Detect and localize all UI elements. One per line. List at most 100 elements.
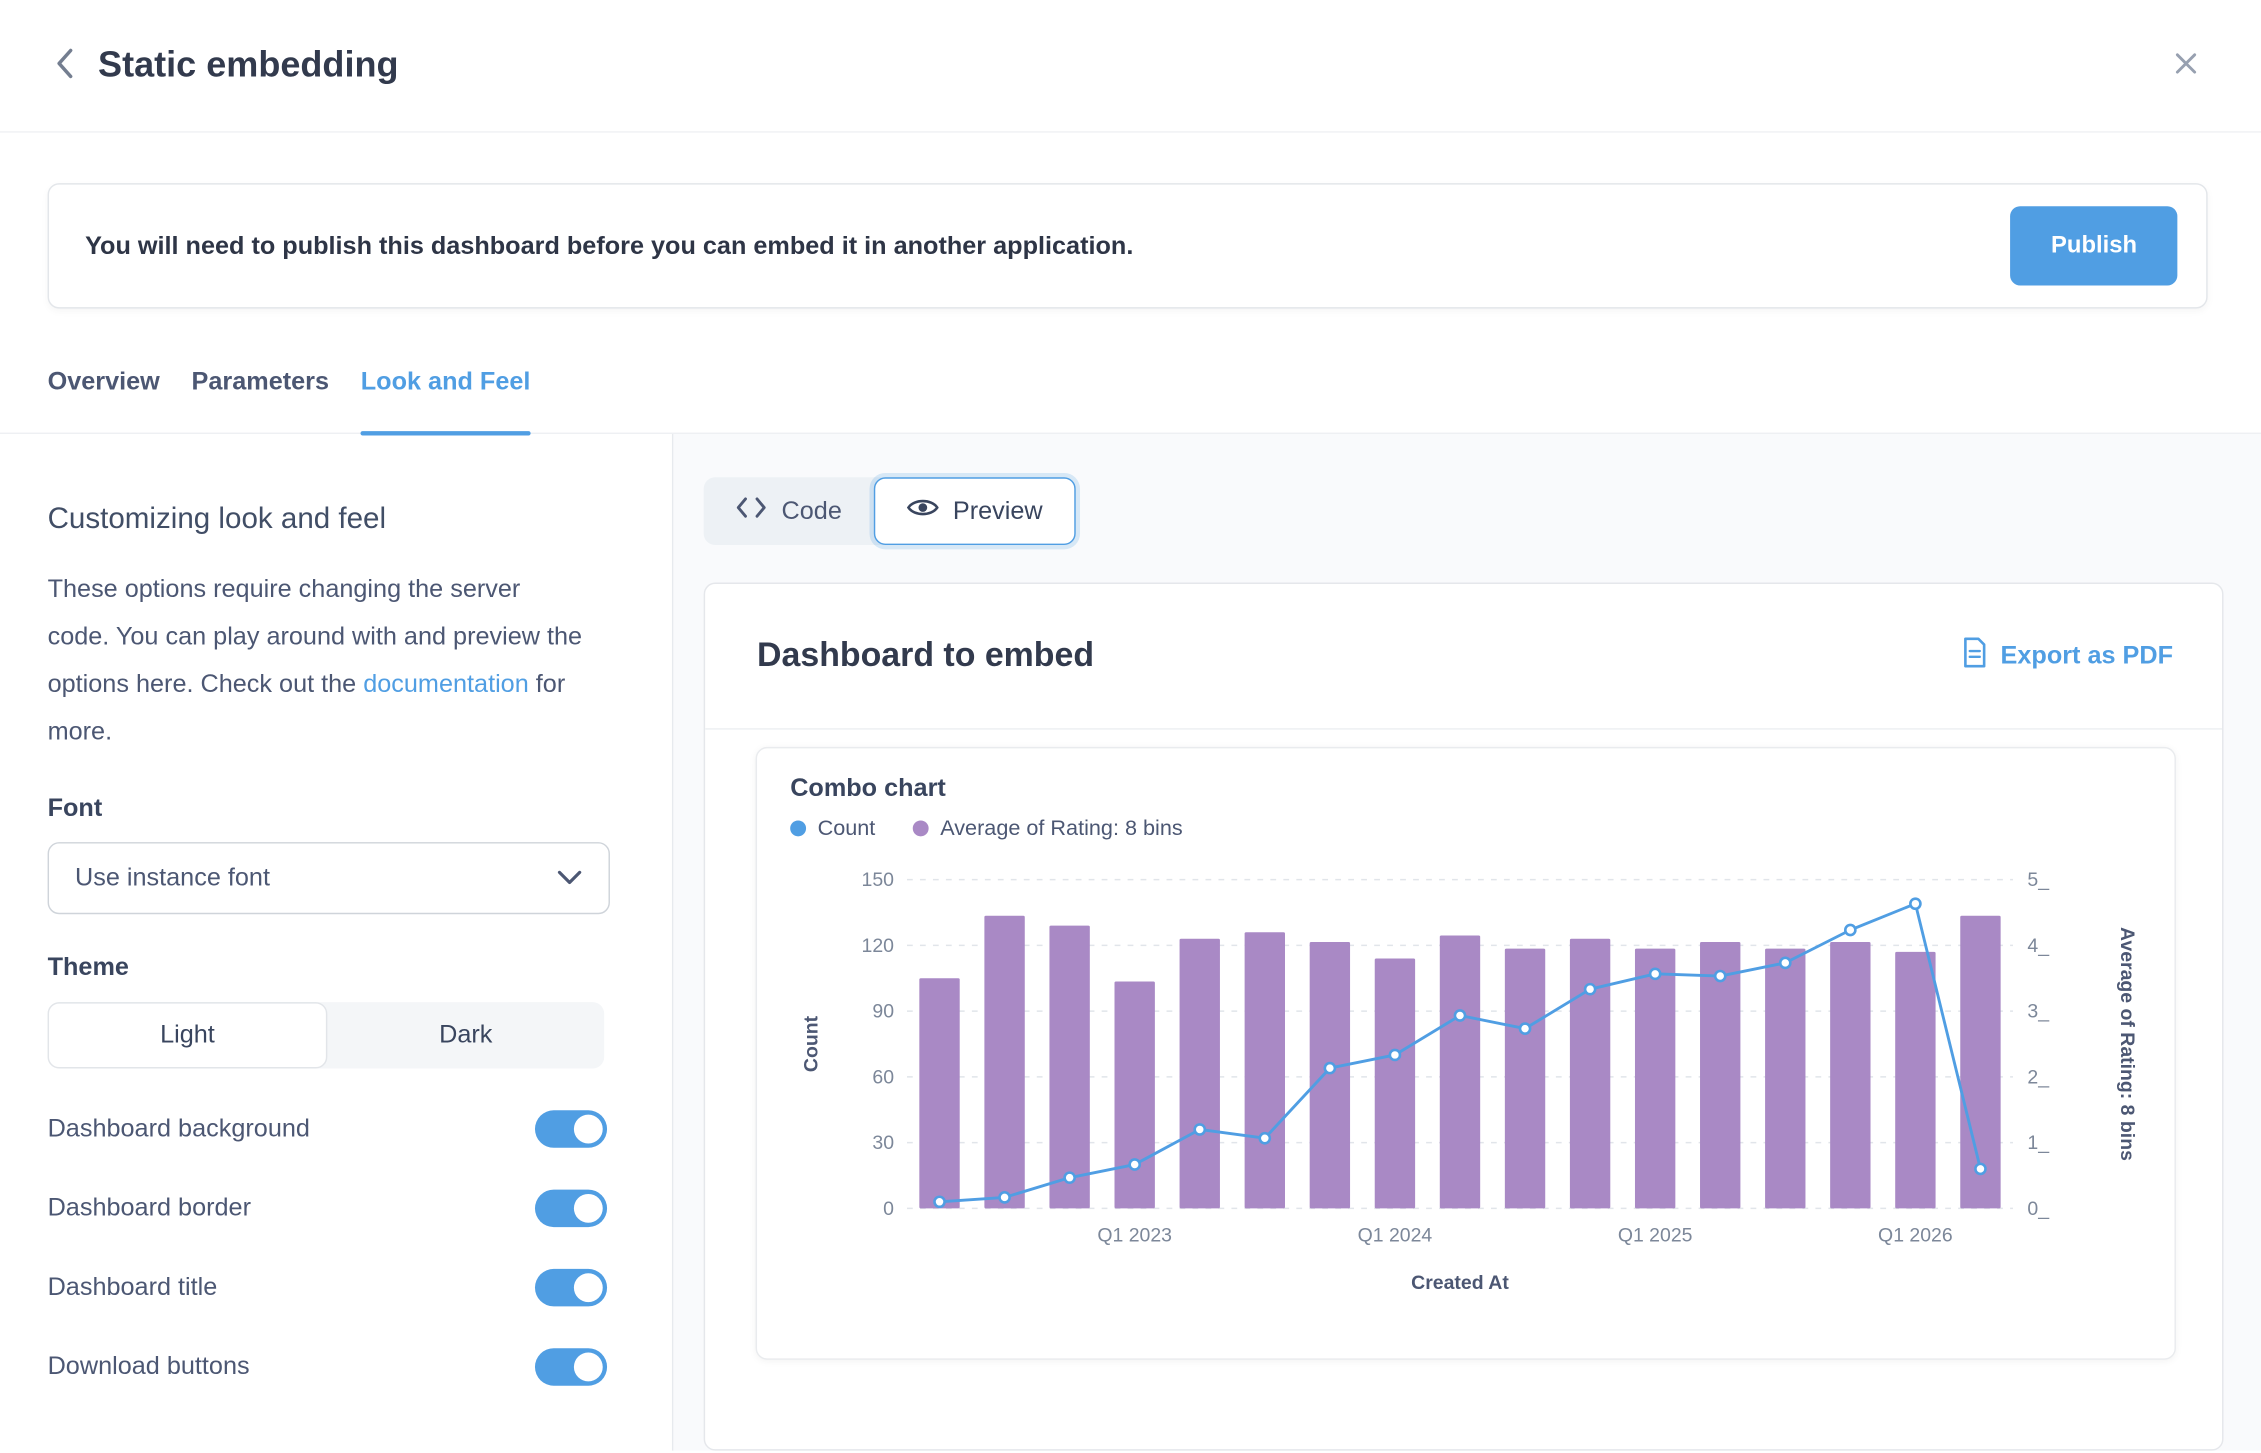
x-axis-tick: Q1 2026	[1878, 1224, 1953, 1246]
tab-parameters[interactable]: Parameters	[192, 366, 330, 432]
banner-message: You will need to publish this dashboard …	[85, 230, 1133, 260]
download-buttons-label: Download buttons	[48, 1351, 250, 1381]
line-point[interactable]	[1390, 1049, 1400, 1059]
line-point[interactable]	[1715, 970, 1725, 980]
dashboard-title-toggle[interactable]	[535, 1268, 607, 1305]
download-buttons-toggle[interactable]	[535, 1348, 607, 1385]
line-point[interactable]	[1975, 1163, 1985, 1173]
main-content: Customizing look and feel These options …	[0, 433, 2261, 1450]
publish-button[interactable]: Publish	[2011, 206, 2178, 285]
left-axis-tick: 60	[872, 1066, 894, 1088]
sidebar-description: These options require changing the serve…	[48, 565, 584, 755]
toggle-row: Download buttons	[48, 1348, 607, 1385]
modal-header: Static embedding	[0, 0, 2261, 133]
bar[interactable]	[1830, 941, 1870, 1207]
line-point[interactable]	[934, 1196, 944, 1206]
bar[interactable]	[1049, 925, 1089, 1208]
bar[interactable]	[984, 915, 1024, 1208]
dashboard-background-label: Dashboard background	[48, 1113, 310, 1143]
bar[interactable]	[1895, 951, 1935, 1207]
legend-label-average-rating: Average of Rating: 8 bins	[940, 815, 1182, 840]
bar[interactable]	[1635, 948, 1675, 1208]
left-axis-tick: 30	[872, 1131, 894, 1153]
chevron-left-icon	[55, 46, 75, 85]
font-select[interactable]: Use instance font	[48, 841, 610, 913]
export-pdf-button[interactable]: Export as PDF	[1963, 637, 2173, 674]
bar[interactable]	[1440, 935, 1480, 1208]
toggle-row: Dashboard background	[48, 1110, 607, 1147]
font-select-value: Use instance font	[75, 862, 270, 892]
bar[interactable]	[1765, 948, 1805, 1208]
line-point[interactable]	[1325, 1062, 1335, 1072]
preview-tab-button[interactable]: Preview	[874, 477, 1076, 545]
bar[interactable]	[1180, 938, 1220, 1208]
legend-label-count: Count	[818, 815, 876, 840]
document-icon	[1963, 637, 1988, 674]
line-point[interactable]	[1130, 1159, 1140, 1169]
legend-item-count[interactable]: Count	[790, 815, 875, 840]
close-button[interactable]	[2172, 49, 2201, 82]
dashboard-background-toggle[interactable]	[535, 1110, 607, 1147]
eye-icon	[907, 495, 939, 525]
line-point[interactable]	[1910, 898, 1920, 908]
theme-option-dark[interactable]: Dark	[327, 1001, 604, 1067]
bar[interactable]	[1505, 948, 1545, 1208]
bar[interactable]	[1115, 981, 1155, 1208]
left-axis-tick: 150	[862, 868, 895, 890]
right-axis-title: Average of Rating: 8 bins	[2116, 926, 2138, 1160]
bar[interactable]	[1310, 941, 1350, 1207]
line-point[interactable]	[1845, 924, 1855, 934]
chart-title: Combo chart	[790, 772, 2174, 802]
left-axis-tick: 120	[862, 934, 895, 956]
bar[interactable]	[1570, 938, 1610, 1208]
documentation-link[interactable]: documentation	[363, 668, 529, 697]
line-point[interactable]	[1585, 983, 1595, 993]
left-axis-tick: 0	[883, 1197, 894, 1219]
export-pdf-label: Export as PDF	[2001, 640, 2173, 670]
bar[interactable]	[1245, 931, 1285, 1207]
dashboard-title: Dashboard to embed	[757, 636, 1094, 675]
code-tab-button[interactable]: Code	[704, 477, 874, 545]
theme-segmented-control: Light Dark	[48, 1001, 605, 1067]
dashboard-header: Dashboard to embed Export as PDF	[705, 583, 2222, 729]
bar[interactable]	[919, 978, 959, 1208]
right-axis-tick: 2_	[2027, 1066, 2050, 1088]
back-button[interactable]	[49, 40, 81, 90]
preview-tab-label: Preview	[953, 495, 1043, 525]
line-point[interactable]	[1650, 968, 1660, 978]
x-axis-title: Created At	[1411, 1271, 1509, 1293]
dashboard-title-label: Dashboard title	[48, 1272, 218, 1302]
line-point[interactable]	[1260, 1132, 1270, 1142]
look-and-feel-sidebar: Customizing look and feel These options …	[0, 433, 673, 1450]
right-axis-tick: 1_	[2027, 1131, 2050, 1153]
left-axis-title: Count	[801, 1015, 823, 1072]
tab-look-and-feel[interactable]: Look and Feel	[361, 366, 531, 432]
combo-chart-card: Combo chart Count Average of Rating: 8 b…	[756, 746, 2176, 1359]
dashboard-border-toggle[interactable]	[535, 1189, 607, 1226]
toggle-row: Dashboard border	[48, 1189, 607, 1226]
line-point[interactable]	[1780, 957, 1790, 967]
left-axis-tick: 90	[872, 1000, 894, 1022]
right-axis-tick: 0_	[2027, 1197, 2050, 1219]
page-title: Static embedding	[98, 45, 398, 87]
dashboard-border-label: Dashboard border	[48, 1193, 251, 1223]
line-point[interactable]	[1195, 1124, 1205, 1134]
line-point[interactable]	[1520, 1023, 1530, 1033]
toggle-knob	[574, 1193, 603, 1222]
code-tab-label: Code	[782, 495, 842, 525]
tab-overview[interactable]: Overview	[48, 366, 160, 432]
x-axis-tick: Q1 2024	[1358, 1224, 1433, 1246]
preview-pane: Code Preview Dashboard to embed	[673, 433, 2261, 1450]
line-point[interactable]	[1455, 1010, 1465, 1020]
dashboard-preview-card: Dashboard to embed Export as PDF Combo c…	[704, 582, 2224, 1450]
right-axis-tick: 3_	[2027, 1000, 2050, 1022]
toggle-knob	[574, 1352, 603, 1381]
chart-legend: Count Average of Rating: 8 bins	[790, 815, 2174, 840]
close-icon	[2172, 49, 2201, 82]
toggle-knob	[574, 1114, 603, 1143]
line-point[interactable]	[1065, 1172, 1075, 1182]
bar[interactable]	[1375, 958, 1415, 1208]
line-point[interactable]	[1000, 1192, 1010, 1202]
legend-item-average-rating[interactable]: Average of Rating: 8 bins	[913, 815, 1183, 840]
theme-option-light[interactable]: Light	[48, 1001, 328, 1067]
